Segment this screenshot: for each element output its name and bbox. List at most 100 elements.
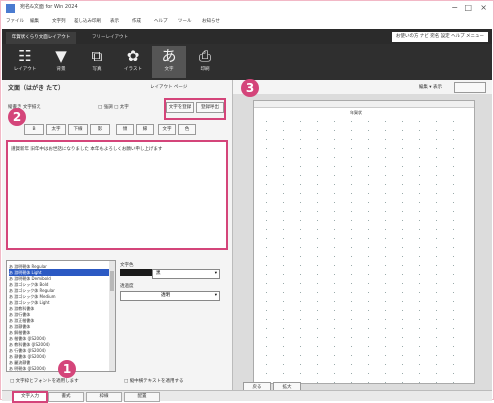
grid-dot [436, 355, 437, 356]
grid-dot [283, 346, 284, 347]
close-button[interactable]: × [480, 3, 487, 12]
grid-dot [402, 130, 403, 131]
grid-dot [436, 193, 437, 194]
text-label: 文字 [164, 67, 174, 72]
grid-dot [283, 211, 284, 212]
grid-dot [334, 292, 335, 293]
grid-dot [300, 130, 301, 131]
tab-text-input[interactable]: 文字入力 [12, 391, 48, 403]
maximize-button[interactable]: □ [464, 3, 472, 12]
menu-help[interactable]: ヘルプ [154, 18, 168, 24]
format-button-3[interactable]: 下線 [68, 124, 88, 135]
grid-dot [266, 301, 267, 302]
grid-dot [266, 256, 267, 257]
emphasis-options[interactable]: □ 強調 □ 太字 [98, 104, 129, 110]
grid-dot [283, 121, 284, 122]
grid-dot [351, 364, 352, 365]
tab-free-layout[interactable]: フリーレイアウト [80, 32, 140, 44]
grid-dot [351, 220, 352, 221]
grid-dot [419, 193, 420, 194]
menu-edit[interactable]: 編集 [30, 18, 39, 24]
postcard-preview[interactable]: 年賀状 [253, 100, 475, 384]
apply-font-checkbox[interactable]: □ 文字枠とフォントを適用します [10, 378, 79, 384]
grid-dot [283, 373, 284, 374]
grid-dot [368, 355, 369, 356]
grid-dot [419, 211, 420, 212]
format-toolbar: B 太字 下線 影 傾 縁 文字 色 [24, 124, 224, 135]
format-button-8[interactable]: 色 [178, 124, 196, 135]
preview-toolbar: 編集 ▾ 表示 [233, 80, 492, 94]
grid-dot [368, 382, 369, 383]
format-button-5[interactable]: 傾 [116, 124, 134, 135]
grid-dot [283, 130, 284, 131]
grid-dot [300, 157, 301, 158]
menu-create[interactable]: 作成 [132, 18, 141, 24]
tab-format[interactable]: 書式 [48, 392, 84, 402]
background-button[interactable]: ▼ 背景 [44, 46, 78, 78]
grid-dot [317, 355, 318, 356]
grid-dot [385, 283, 386, 284]
tab-template-layout[interactable]: 年賀状くらり文面レイアウト [6, 32, 76, 44]
panel-header-right[interactable]: レイアウト ページ [150, 84, 187, 90]
format-button-4[interactable]: 影 [90, 124, 110, 135]
photo-button[interactable]: ⧉ 写真 [80, 46, 114, 78]
grid-dot [385, 310, 386, 311]
format-button-2[interactable]: 太字 [46, 124, 66, 135]
grid-dot [317, 148, 318, 149]
illust-button[interactable]: ✿ イラスト [116, 46, 150, 78]
grid-dot [351, 292, 352, 293]
tab-arrange[interactable]: 配置 [124, 392, 160, 402]
font-list-scrollbar[interactable] [109, 261, 115, 371]
grid-dot [453, 148, 454, 149]
grid-dot [385, 247, 386, 248]
menu-merge[interactable]: 差し込み印刷 [74, 18, 101, 24]
preview-toolbar-links[interactable]: 編集 ▾ 表示 [419, 84, 442, 90]
opacity-dropdown[interactable]: 透明 ▾ [120, 291, 220, 301]
grid-dot [266, 130, 267, 131]
format-button-7[interactable]: 文字 [158, 124, 176, 135]
grid-dot [368, 193, 369, 194]
grid-dot [368, 157, 369, 158]
grid-dot [351, 382, 352, 383]
menu-view[interactable]: 表示 [110, 18, 119, 24]
grid-dot [419, 157, 420, 158]
grid-dot [283, 283, 284, 284]
grid-dot [283, 355, 284, 356]
format-button-6[interactable]: 縁 [136, 124, 154, 135]
color-dropdown[interactable]: 黒 ▾ [152, 269, 220, 279]
font-list[interactable]: あ 游明朝体 Regular あ 游明朝体 Light あ 游明朝体 Demib… [6, 260, 116, 372]
grid-dot [453, 139, 454, 140]
menu-tools[interactable]: ツール [178, 18, 192, 24]
preview-options-button[interactable] [454, 82, 486, 93]
grid-dot [300, 139, 301, 140]
menu-text[interactable]: 文字列 [52, 18, 66, 24]
menu-file[interactable]: ファイル [6, 18, 24, 24]
grid-dot [334, 229, 335, 230]
print-button[interactable]: ⎙ 印刷 [188, 46, 222, 78]
grid-dot [453, 256, 454, 257]
grid-dot [385, 265, 386, 266]
top-right-links[interactable]: お使いの方 ナビ 宛名 設定 ヘルプ メニュー [391, 32, 488, 42]
scroll-thumb[interactable] [110, 271, 114, 291]
grid-dot [385, 328, 386, 329]
grid-dot [436, 310, 437, 311]
grid-dot [453, 157, 454, 158]
menu-news[interactable]: お知らせ [202, 18, 220, 24]
grid-dot [368, 166, 369, 167]
grid-dot [351, 274, 352, 275]
grid-dot [300, 175, 301, 176]
grid-dot [453, 229, 454, 230]
callout-2: 2 [8, 108, 26, 126]
text-input-area[interactable]: 謹賀新年 旧年中はお世話になりました 本年もよろしくお願い申し上げます [6, 140, 228, 250]
format-button-1[interactable]: B [24, 124, 44, 135]
tab-border[interactable]: 枠線 [86, 392, 122, 402]
grid-dot [385, 346, 386, 347]
grid-dot [300, 229, 301, 230]
layout-icon: ☷ [18, 47, 32, 65]
tate-chu-yoko-checkbox[interactable]: □ 縦中横テキストを適用する [124, 378, 184, 384]
grid-dot [266, 310, 267, 311]
text-button[interactable]: あ 文字 [152, 46, 186, 78]
layout-button[interactable]: ☷ レイアウト [8, 46, 42, 78]
grid-dot [317, 157, 318, 158]
minimize-button[interactable]: − [451, 3, 458, 12]
